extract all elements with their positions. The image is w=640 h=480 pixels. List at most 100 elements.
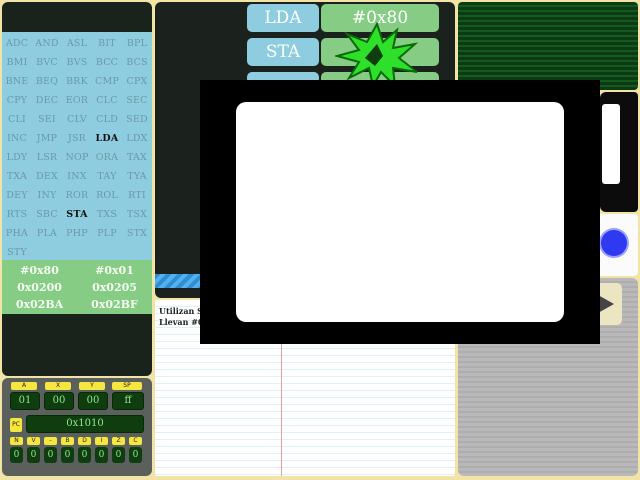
flag-value[interactable]: 0: [10, 447, 23, 463]
opcode-ldx[interactable]: LDX: [122, 129, 152, 148]
opcode-beq[interactable]: BEQ: [32, 72, 62, 91]
opcode-tsx[interactable]: TSX: [122, 205, 152, 224]
opcode-tay[interactable]: TAY: [92, 167, 122, 186]
opcode-clv[interactable]: CLV: [62, 110, 92, 129]
opcode-sta[interactable]: STA: [62, 205, 92, 224]
flag-value[interactable]: 0: [112, 447, 125, 463]
flag-label: -: [44, 437, 57, 445]
instruction-op-1[interactable]: LDA: [247, 4, 319, 32]
opcode-jsr[interactable]: JSR: [62, 129, 92, 148]
flag-label: Z: [112, 437, 125, 445]
output-display: [458, 2, 638, 90]
opcode-brk[interactable]: BRK: [62, 72, 92, 91]
address-item[interactable]: 0x0200: [2, 279, 77, 296]
opcode-rti[interactable]: RTI: [122, 186, 152, 205]
opcode-and[interactable]: AND: [32, 34, 62, 53]
opcode-cmp[interactable]: CMP: [92, 72, 122, 91]
opcode-bvs[interactable]: BVS: [62, 53, 92, 72]
opcode-nop[interactable]: NOP: [62, 148, 92, 167]
flag-value[interactable]: 0: [27, 447, 40, 463]
opcode-dey[interactable]: DEY: [2, 186, 32, 205]
opcode-jmp[interactable]: JMP: [32, 129, 62, 148]
opcode-ora[interactable]: ORA: [92, 148, 122, 167]
opcode-dex[interactable]: DEX: [32, 167, 62, 186]
opcode-eor[interactable]: EOR: [62, 91, 92, 110]
opcode-lsr[interactable]: LSR: [32, 148, 62, 167]
opcode-grid: ADC AND ASL BIT BPL BMI BVC BVS BCC BCS BNE BEQ BRK C…: [2, 32, 152, 262]
opcode-asl[interactable]: ASL: [62, 34, 92, 53]
opcode-sbc[interactable]: SBC: [32, 205, 62, 224]
opcode-iny[interactable]: INY: [32, 186, 62, 205]
address-item[interactable]: 0x02BF: [77, 296, 152, 313]
opcode-bcs[interactable]: BCS: [122, 53, 152, 72]
opcode-cld[interactable]: CLD: [92, 110, 122, 129]
register-label-y: Y: [79, 382, 105, 390]
note-line-1: Utilizan S: [159, 306, 203, 316]
opcode-sei[interactable]: SEI: [32, 110, 62, 129]
opcode-plp[interactable]: PLP: [92, 224, 122, 243]
opcode-cpy[interactable]: CPY: [2, 91, 32, 110]
register-label-pc: PC: [10, 418, 22, 432]
flag-label: V: [27, 437, 40, 445]
flag-value[interactable]: 0: [129, 447, 142, 463]
modal-content[interactable]: [236, 102, 564, 322]
register-y-value[interactable]: 00: [78, 392, 108, 410]
register-label-x: X: [45, 382, 71, 390]
opcode-bne[interactable]: BNE: [2, 72, 32, 91]
opcode-cli[interactable]: CLI: [2, 110, 32, 129]
opcode-stx[interactable]: STX: [122, 224, 152, 243]
flag-label: N: [10, 437, 23, 445]
opcode-txa[interactable]: TXA: [2, 167, 32, 186]
address-item[interactable]: 0x0205: [77, 279, 152, 296]
register-x-value[interactable]: 00: [44, 392, 74, 410]
opcode-tya[interactable]: TYA: [122, 167, 152, 186]
opcode-rts[interactable]: RTS: [2, 205, 32, 224]
opcode-panel: ADC AND ASL BIT BPL BMI BVC BVS BCC BCS BNE BEQ BRK C…: [2, 2, 152, 376]
opcode-bmi[interactable]: BMI: [2, 53, 32, 72]
address-item[interactable]: 0x02BA: [2, 296, 77, 313]
blue-circle-icon[interactable]: [601, 230, 627, 256]
opcode-cpx[interactable]: CPX: [122, 72, 152, 91]
opcode-bvc[interactable]: BVC: [32, 53, 62, 72]
opcode-sec[interactable]: SEC: [122, 91, 152, 110]
register-label-sp: SP: [112, 382, 142, 390]
opcode-inx[interactable]: INX: [62, 167, 92, 186]
flag-value[interactable]: 0: [61, 447, 74, 463]
flag-value[interactable]: 0: [95, 447, 108, 463]
register-a-value[interactable]: 01: [10, 392, 40, 410]
opcode-dec[interactable]: DEC: [32, 91, 62, 110]
opcode-bpl[interactable]: BPL: [122, 34, 152, 53]
opcode-pha[interactable]: PHA: [2, 224, 32, 243]
opcode-tax[interactable]: TAX: [122, 148, 152, 167]
opcode-inc[interactable]: INC: [2, 129, 32, 148]
register-label-a: A: [11, 382, 37, 390]
note-line-2: Llevan #0: [159, 317, 204, 327]
progress-stripe: [155, 274, 203, 288]
margin-line: [281, 340, 282, 476]
register-panel: A X Y SP 01 00 00 ff PC 0x1010 NV-BDIZC …: [2, 378, 152, 476]
opcode-php[interactable]: PHP: [62, 224, 92, 243]
opcode-pla[interactable]: PLA: [32, 224, 62, 243]
opcode-ldy[interactable]: LDY: [2, 148, 32, 167]
instruction-op-2[interactable]: STA: [247, 38, 319, 66]
opcode-ror[interactable]: ROR: [62, 186, 92, 205]
register-pc-value[interactable]: 0x1010: [26, 415, 144, 433]
opcode-txs[interactable]: TXS: [92, 205, 122, 224]
address-item[interactable]: #0x80: [2, 262, 77, 279]
opcode-lda[interactable]: LDA: [92, 129, 122, 148]
flag-label: D: [78, 437, 91, 445]
opcode-bcc[interactable]: BCC: [92, 53, 122, 72]
address-item[interactable]: #0x01: [77, 262, 152, 279]
address-grid: #0x80 #0x01 0x0200 0x0205 0x02BA 0x02BF: [2, 260, 152, 314]
flag-label: I: [95, 437, 108, 445]
opcode-adc[interactable]: ADC: [2, 34, 32, 53]
flag-value[interactable]: 0: [78, 447, 91, 463]
flag-label: C: [129, 437, 142, 445]
opcode-bit[interactable]: BIT: [92, 34, 122, 53]
opcode-clc[interactable]: CLC: [92, 91, 122, 110]
opcode-rol[interactable]: ROL: [92, 186, 122, 205]
register-sp-value[interactable]: ff: [112, 392, 144, 410]
opcode-sed[interactable]: SED: [122, 110, 152, 129]
modal-overlay[interactable]: [200, 80, 600, 344]
flag-value[interactable]: 0: [44, 447, 57, 463]
